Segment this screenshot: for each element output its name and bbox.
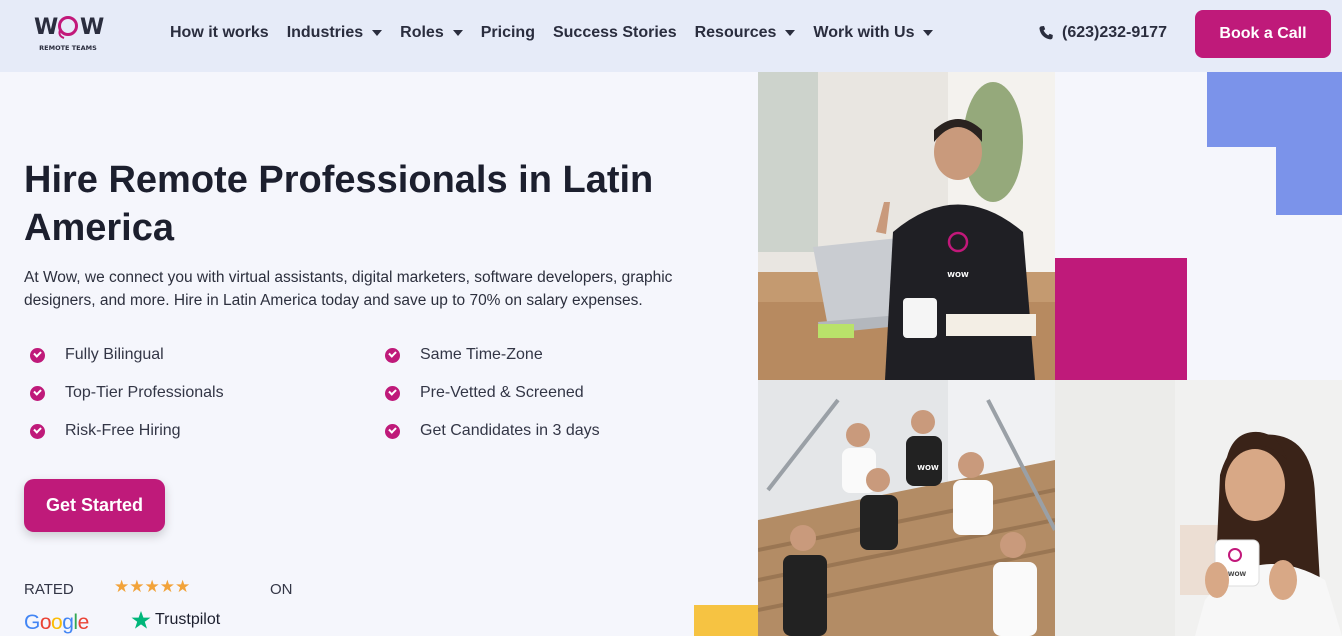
trustpilot-star-icon <box>131 611 151 629</box>
phone-link[interactable]: (623)232-9177 <box>1038 24 1167 42</box>
wow-logo[interactable]: W W REMOTE TEAMS <box>30 10 106 56</box>
nav-label: Success Stories <box>552 24 677 41</box>
nav-label: How it works <box>170 24 269 41</box>
nav-pricing[interactable]: Pricing <box>481 24 535 42</box>
check-circle-icon <box>30 347 45 363</box>
feature-label: Fully Bilingual <box>65 346 164 363</box>
trustpilot-label: Trustpilot <box>155 611 221 628</box>
photo-illustration: WOW <box>758 72 1055 380</box>
rating-stars: ★★★★★ <box>114 577 191 597</box>
photo-badge-text: WOW <box>947 271 969 279</box>
feature-label: Get Candidates in 3 days <box>420 422 600 439</box>
phone-icon <box>1039 26 1053 40</box>
yellow-accent-block <box>694 605 758 636</box>
feature-item: Fully Bilingual <box>30 346 164 364</box>
get-started-button[interactable]: Get Started <box>24 479 165 532</box>
photo-illustration: WOW <box>758 380 1055 636</box>
trustpilot-logo[interactable]: Trustpilot <box>131 610 220 630</box>
photo-man-waving-laptop: WOW <box>758 72 1055 380</box>
site-header: W W REMOTE TEAMS How it works Industries… <box>0 0 1342 72</box>
hero-description: At Wow, we connect you with virtual assi… <box>24 269 673 309</box>
chevron-down-icon <box>372 30 383 36</box>
nav-how-it-works[interactable]: How it works <box>170 24 269 42</box>
feature-label: Top-Tier Professionals <box>65 384 224 401</box>
hero-title: Hire Remote Professionals in Latin Ameri… <box>24 159 654 249</box>
photo-badge-text: WOW <box>1228 571 1247 578</box>
photo-team-on-stairs: WOW <box>758 380 1055 636</box>
on-label: ON <box>270 581 293 598</box>
feature-item: Same Time-Zone <box>385 346 543 364</box>
svg-text:W: W <box>80 15 104 40</box>
chevron-down-icon <box>785 30 796 36</box>
chevron-down-icon <box>923 30 934 36</box>
main-nav: How it works Industries Roles Pricing Su… <box>170 24 951 42</box>
check-circle-icon <box>385 423 400 439</box>
feature-item: Get Candidates in 3 days <box>385 422 600 440</box>
chevron-down-icon <box>452 30 463 36</box>
nav-label: Roles <box>400 24 444 41</box>
google-logo[interactable]: Google <box>24 611 89 635</box>
nav-roles[interactable]: Roles <box>400 24 463 42</box>
rated-label: RATED <box>24 581 74 598</box>
blue-accent-block <box>1276 147 1342 215</box>
logo-subtext: REMOTE TEAMS <box>39 44 97 52</box>
check-circle-icon <box>385 347 400 363</box>
photo-illustration: WOW <box>1055 380 1342 636</box>
feature-label: Same Time-Zone <box>420 346 543 363</box>
feature-item: Top-Tier Professionals <box>30 384 224 402</box>
nav-label: Resources <box>694 24 777 41</box>
phone-number: (623)232-9177 <box>1062 24 1167 41</box>
check-circle-icon <box>30 423 45 439</box>
nav-industries[interactable]: Industries <box>286 24 383 42</box>
feature-item: Risk-Free Hiring <box>30 422 181 440</box>
nav-label: Industries <box>286 24 364 41</box>
check-circle-icon <box>385 385 400 401</box>
wow-logo-mark: W W REMOTE TEAMS <box>34 15 104 52</box>
check-circle-icon <box>30 385 45 401</box>
photo-badge-text: WOW <box>917 464 939 472</box>
magenta-accent-block <box>1055 258 1187 380</box>
book-a-call-button[interactable]: Book a Call <box>1195 10 1331 58</box>
nav-label: Work with Us <box>813 24 915 41</box>
nav-success-stories[interactable]: Success Stories <box>553 24 677 42</box>
nav-label: Pricing <box>480 24 535 41</box>
feature-label: Pre-Vetted & Screened <box>420 384 584 401</box>
feature-label: Risk-Free Hiring <box>65 422 181 439</box>
nav-resources[interactable]: Resources <box>695 24 796 42</box>
photo-woman-with-mug: WOW <box>1055 380 1342 636</box>
blue-accent-block <box>1207 72 1342 147</box>
nav-work-with-us[interactable]: Work with Us <box>813 24 934 42</box>
feature-item: Pre-Vetted & Screened <box>385 384 584 402</box>
svg-text:W: W <box>34 15 58 40</box>
